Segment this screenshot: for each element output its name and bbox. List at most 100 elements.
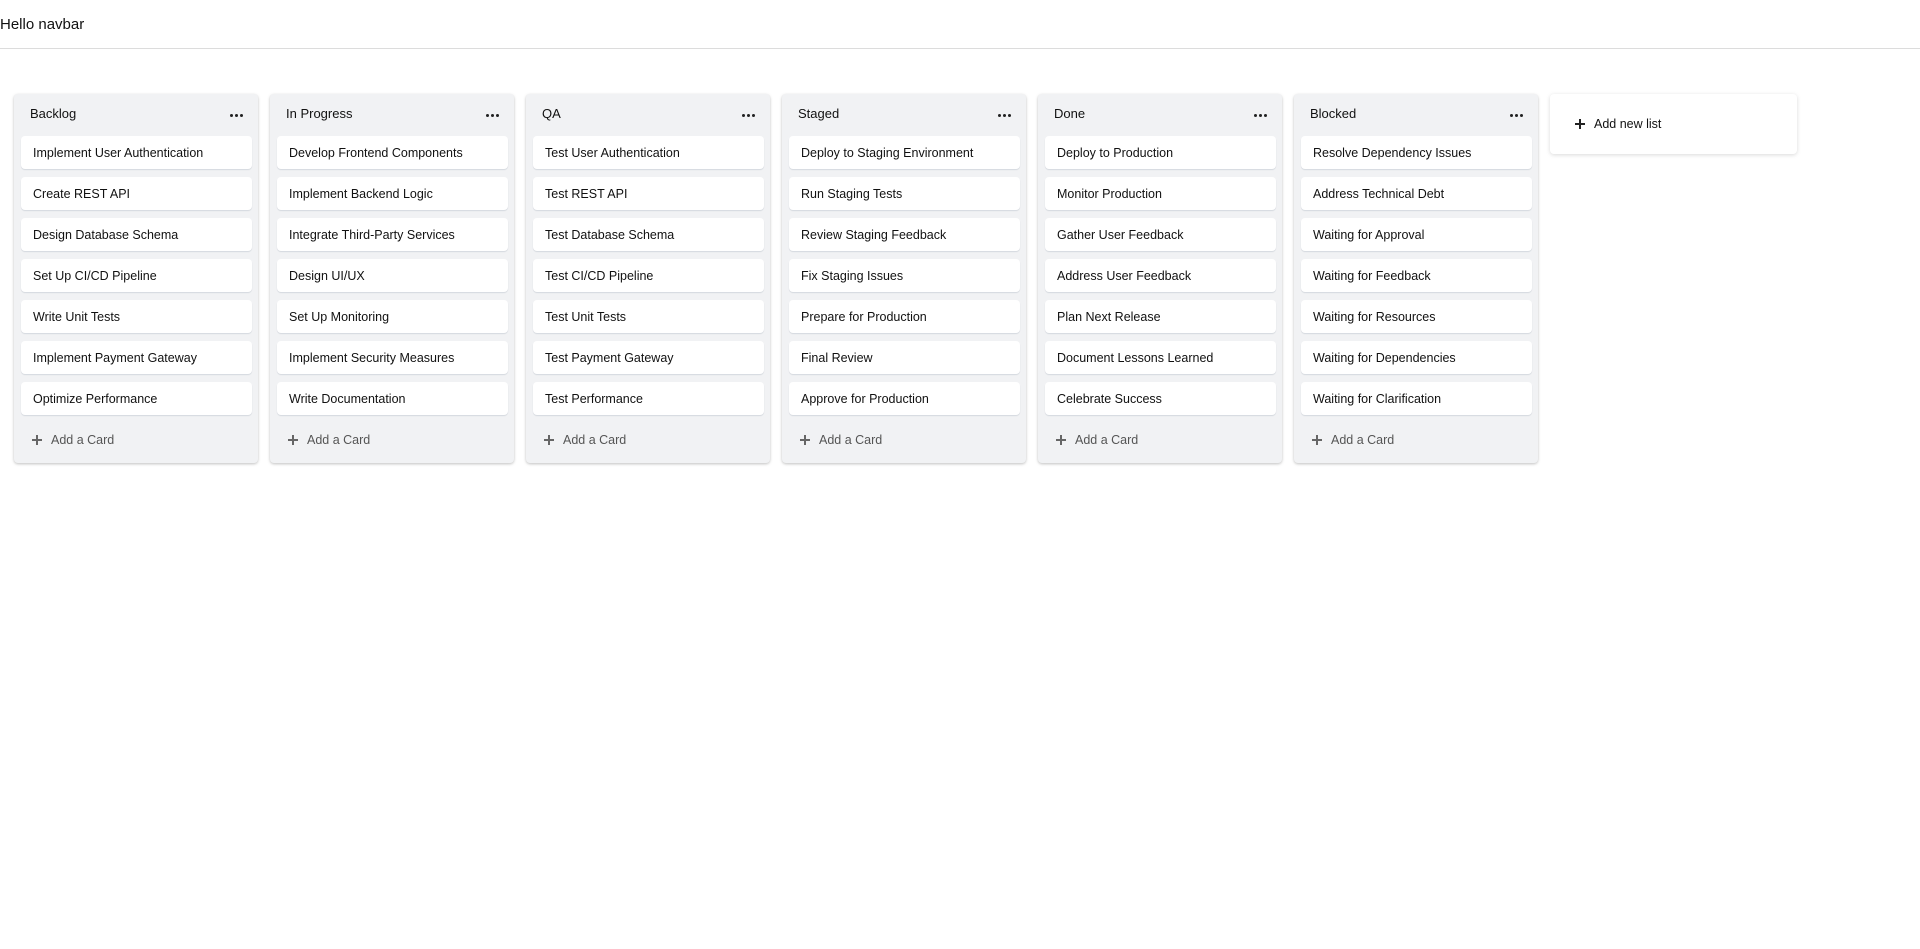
card-list: Deploy to Staging Environment Run Stagin… xyxy=(782,132,1026,415)
card[interactable]: Test CI/CD Pipeline xyxy=(533,259,764,292)
more-horizontal-icon xyxy=(997,113,1011,117)
card[interactable]: Final Review xyxy=(789,341,1020,374)
card[interactable]: Develop Frontend Components xyxy=(277,136,508,169)
card[interactable]: Waiting for Dependencies xyxy=(1301,341,1532,374)
card[interactable]: Waiting for Resources xyxy=(1301,300,1532,333)
card[interactable]: Run Staging Tests xyxy=(789,177,1020,210)
card[interactable]: Create REST API xyxy=(21,177,252,210)
plus-icon xyxy=(287,434,299,446)
card[interactable]: Review Staging Feedback xyxy=(789,218,1020,251)
add-card-label: Add a Card xyxy=(1075,433,1139,447)
card[interactable]: Approve for Production xyxy=(789,382,1020,415)
list-qa: QA Test User Authentication Test REST AP… xyxy=(526,94,770,463)
list-in-progress: In Progress Develop Frontend Components … xyxy=(270,94,514,463)
add-card-button[interactable]: Add a Card xyxy=(1038,423,1282,457)
add-card-label: Add a Card xyxy=(51,433,115,447)
list-menu-button[interactable] xyxy=(1506,103,1526,123)
card[interactable]: Implement Security Measures xyxy=(277,341,508,374)
list-title: QA xyxy=(542,105,561,121)
card[interactable]: Design UI/UX xyxy=(277,259,508,292)
list-menu-button[interactable] xyxy=(994,103,1014,123)
card[interactable]: Test REST API xyxy=(533,177,764,210)
card[interactable]: Test Performance xyxy=(533,382,764,415)
card-list: Develop Frontend Components Implement Ba… xyxy=(270,132,514,415)
add-card-button[interactable]: Add a Card xyxy=(1294,423,1538,457)
card[interactable]: Prepare for Production xyxy=(789,300,1020,333)
list-title: Backlog xyxy=(30,105,77,121)
list-title: Staged xyxy=(798,105,840,121)
card[interactable]: Implement User Authentication xyxy=(21,136,252,169)
card[interactable]: Fix Staging Issues xyxy=(789,259,1020,292)
list-title: In Progress xyxy=(286,105,353,121)
card[interactable]: Deploy to Staging Environment xyxy=(789,136,1020,169)
card[interactable]: Set Up CI/CD Pipeline xyxy=(21,259,252,292)
card[interactable]: Test Unit Tests xyxy=(533,300,764,333)
plus-icon xyxy=(1574,118,1586,130)
add-card-label: Add a Card xyxy=(563,433,627,447)
more-horizontal-icon xyxy=(229,113,243,117)
card[interactable]: Optimize Performance xyxy=(21,382,252,415)
more-horizontal-icon xyxy=(485,113,499,117)
card[interactable]: Waiting for Clarification xyxy=(1301,382,1532,415)
card[interactable]: Monitor Production xyxy=(1045,177,1276,210)
card[interactable]: Plan Next Release xyxy=(1045,300,1276,333)
plus-icon xyxy=(543,434,555,446)
plus-icon xyxy=(1311,434,1323,446)
card[interactable]: Test Database Schema xyxy=(533,218,764,251)
navbar-title: Hello navbar xyxy=(0,16,85,33)
card-list: Test User Authentication Test REST API T… xyxy=(526,132,770,415)
card[interactable]: Deploy to Production xyxy=(1045,136,1276,169)
plus-icon xyxy=(31,434,43,446)
card[interactable]: Waiting for Feedback xyxy=(1301,259,1532,292)
list-backlog: Backlog Implement User Authentication Cr… xyxy=(14,94,258,463)
list-menu-button[interactable] xyxy=(226,103,246,123)
card[interactable]: Design Database Schema xyxy=(21,218,252,251)
add-card-label: Add a Card xyxy=(307,433,371,447)
card[interactable]: Gather User Feedback xyxy=(1045,218,1276,251)
card[interactable]: Write Unit Tests xyxy=(21,300,252,333)
more-horizontal-icon xyxy=(1509,113,1523,117)
add-new-list-button[interactable]: Add new list xyxy=(1550,94,1797,154)
card-list: Resolve Dependency Issues Address Techni… xyxy=(1294,132,1538,415)
card[interactable]: Implement Backend Logic xyxy=(277,177,508,210)
more-horizontal-icon xyxy=(741,113,755,117)
list-done: Done Deploy to Production Monitor Produc… xyxy=(1038,94,1282,463)
add-card-button[interactable]: Add a Card xyxy=(782,423,1026,457)
card-list: Implement User Authentication Create RES… xyxy=(14,132,258,415)
card[interactable]: Waiting for Approval xyxy=(1301,218,1532,251)
card[interactable]: Integrate Third-Party Services xyxy=(277,218,508,251)
card[interactable]: Address User Feedback xyxy=(1045,259,1276,292)
more-horizontal-icon xyxy=(1253,113,1267,117)
plus-icon xyxy=(799,434,811,446)
card[interactable]: Write Documentation xyxy=(277,382,508,415)
card[interactable]: Test User Authentication xyxy=(533,136,764,169)
add-card-button[interactable]: Add a Card xyxy=(270,423,514,457)
card[interactable]: Address Technical Debt xyxy=(1301,177,1532,210)
add-card-label: Add a Card xyxy=(819,433,883,447)
list-header: Backlog xyxy=(14,94,258,132)
card[interactable]: Implement Payment Gateway xyxy=(21,341,252,374)
card[interactable]: Resolve Dependency Issues xyxy=(1301,136,1532,169)
plus-icon xyxy=(1055,434,1067,446)
add-card-label: Add a Card xyxy=(1331,433,1395,447)
list-header: In Progress xyxy=(270,94,514,132)
list-header: QA xyxy=(526,94,770,132)
list-staged: Staged Deploy to Staging Environment Run… xyxy=(782,94,1026,463)
card[interactable]: Celebrate Success xyxy=(1045,382,1276,415)
add-card-button[interactable]: Add a Card xyxy=(526,423,770,457)
add-card-button[interactable]: Add a Card xyxy=(14,423,258,457)
kanban-board: Backlog Implement User Authentication Cr… xyxy=(14,94,1797,463)
list-menu-button[interactable] xyxy=(738,103,758,123)
list-header: Done xyxy=(1038,94,1282,132)
list-blocked: Blocked Resolve Dependency Issues Addres… xyxy=(1294,94,1538,463)
list-title: Blocked xyxy=(1310,105,1357,121)
card[interactable]: Document Lessons Learned xyxy=(1045,341,1276,374)
card[interactable]: Set Up Monitoring xyxy=(277,300,508,333)
list-header: Staged xyxy=(782,94,1026,132)
card-list: Deploy to Production Monitor Production … xyxy=(1038,132,1282,415)
list-menu-button[interactable] xyxy=(482,103,502,123)
add-new-list-label: Add new list xyxy=(1594,117,1662,131)
list-title: Done xyxy=(1054,105,1086,121)
card[interactable]: Test Payment Gateway xyxy=(533,341,764,374)
list-menu-button[interactable] xyxy=(1250,103,1270,123)
